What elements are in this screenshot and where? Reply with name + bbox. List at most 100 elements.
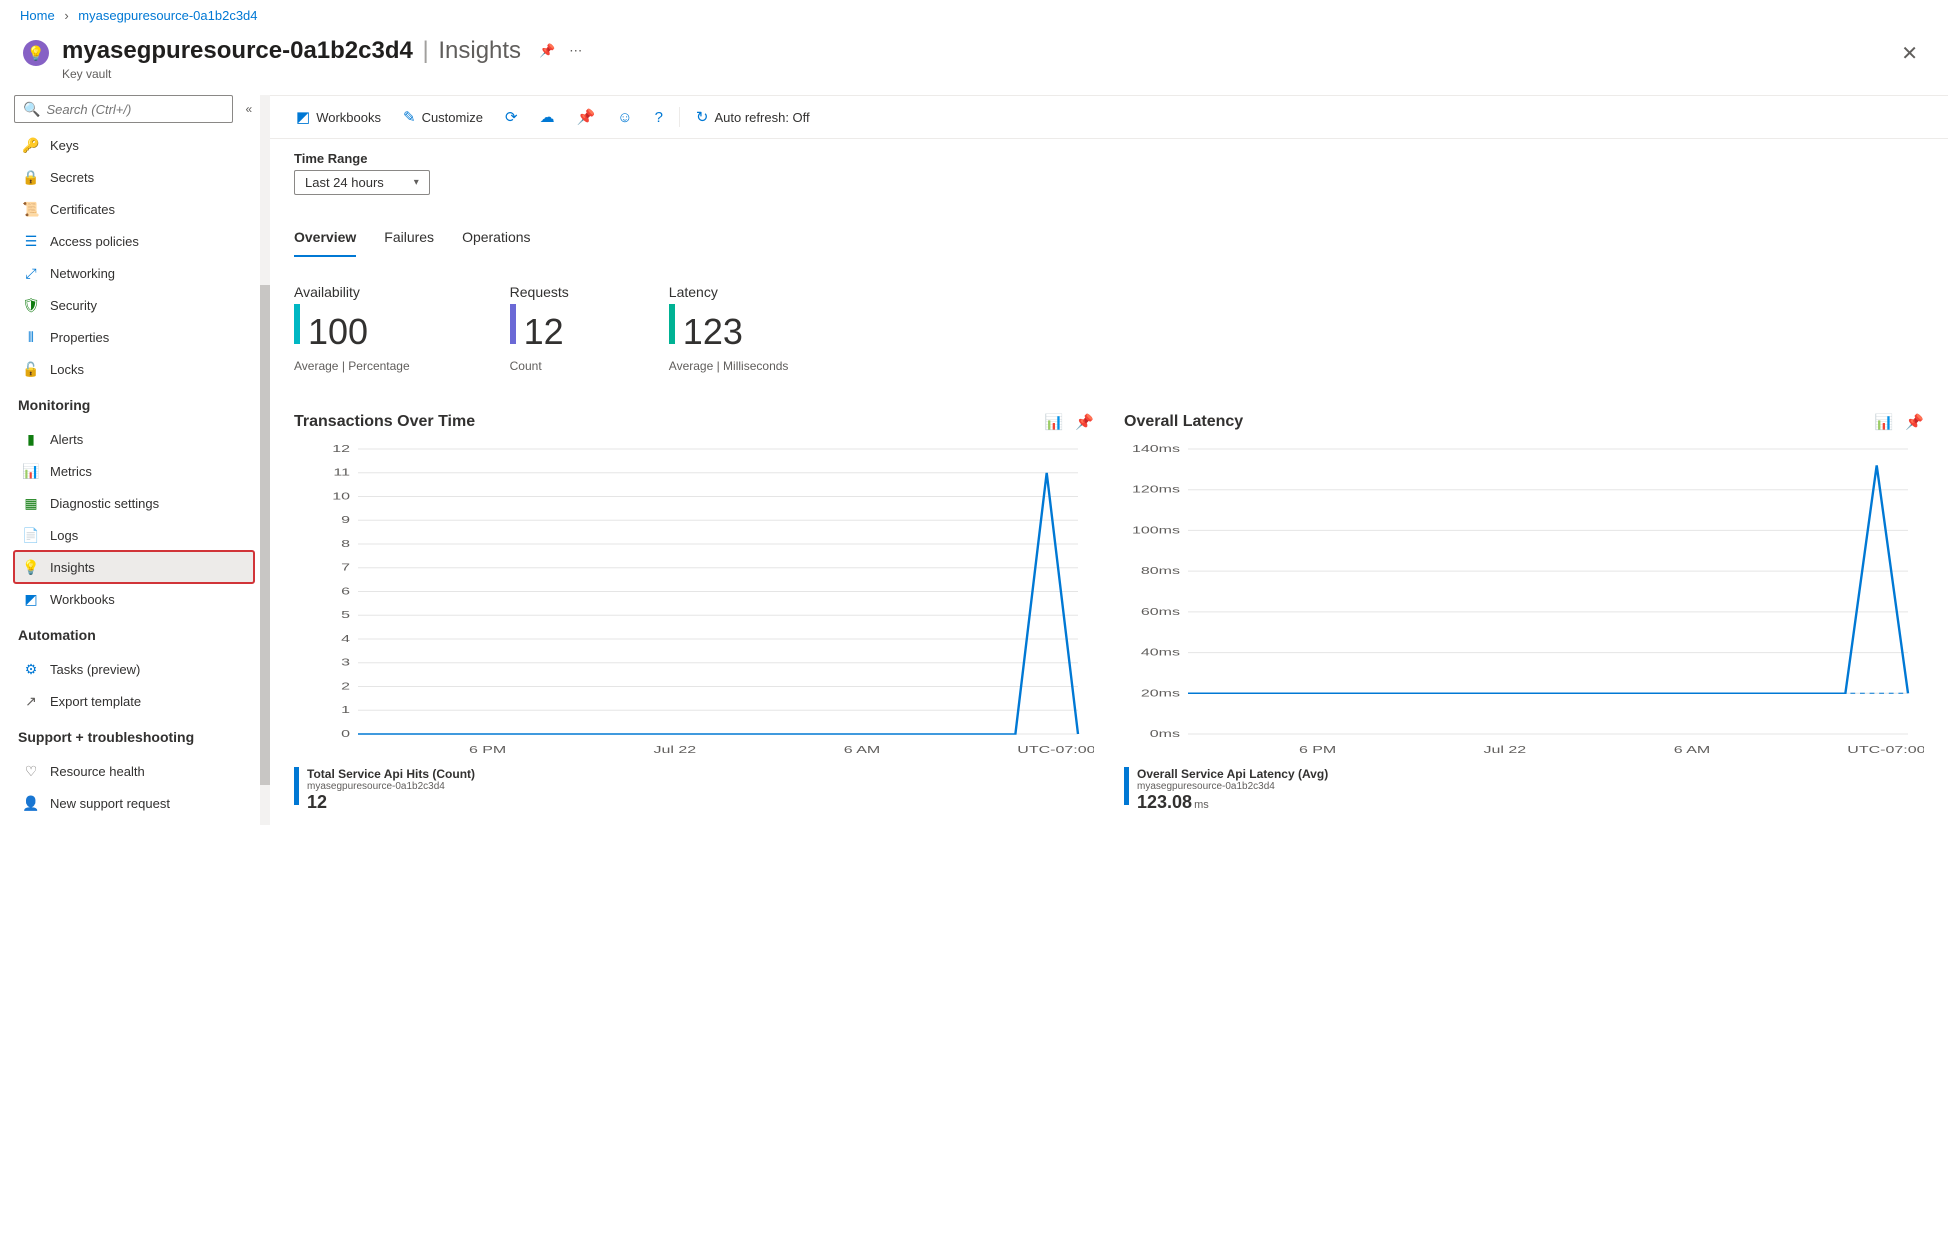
chart-title: Transactions Over Time	[294, 413, 475, 431]
tab-operations[interactable]: Operations	[462, 223, 530, 257]
customize-button[interactable]: ✎ Customize	[395, 104, 491, 130]
svg-text:5: 5	[341, 609, 350, 620]
breadcrumb: Home › myasegpuresource-0a1b2c3d4	[0, 0, 1948, 31]
sidebar-item-new-support-request[interactable]: 👤New support request	[14, 787, 254, 819]
nav-icon: 📜	[22, 200, 40, 218]
chevron-down-icon: ▾	[414, 177, 419, 188]
chart-title: Overall Latency	[1124, 413, 1243, 431]
svg-text:40ms: 40ms	[1141, 647, 1180, 658]
nav-icon: 🔓	[22, 360, 40, 378]
sidebar-item-alerts[interactable]: ▮Alerts	[14, 423, 254, 455]
metric-latency: Latency 123 Average | Milliseconds	[669, 284, 789, 373]
nav-section-support: Support + troubleshooting	[14, 717, 268, 751]
help-button[interactable]: ?	[647, 105, 671, 130]
sidebar-item-access-policies[interactable]: ☰ Access policies	[14, 225, 254, 257]
svg-text:Jul 22: Jul 22	[653, 744, 696, 755]
svg-text:80ms: 80ms	[1141, 565, 1180, 576]
breadcrumb-home[interactable]: Home	[20, 8, 55, 23]
breadcrumb-resource[interactable]: myasegpuresource-0a1b2c3d4	[78, 8, 257, 23]
pin-chart-icon[interactable]: 📌	[1075, 413, 1094, 431]
tabs: Overview Failures Operations	[294, 223, 1924, 258]
pencil-icon: ✎	[403, 108, 416, 126]
search-input[interactable]	[46, 102, 224, 117]
sidebar-scrollbar[interactable]	[260, 95, 270, 825]
sidebar-item-keys[interactable]: 🔑Keys	[14, 129, 254, 161]
nav-label: Tasks (preview)	[50, 662, 140, 677]
sidebar-item-metrics[interactable]: 📊Metrics	[14, 455, 254, 487]
sidebar-item-workbooks[interactable]: ◩ Workbooks	[14, 583, 254, 615]
auto-refresh-button[interactable]: ↻ Auto refresh: Off	[688, 104, 818, 130]
svg-text:9: 9	[341, 514, 350, 525]
nav-icon: ◩	[22, 590, 40, 608]
nav-icon: ⫴	[22, 328, 40, 346]
metric-requests: Requests 12 Count	[510, 284, 569, 373]
pin-icon[interactable]: 📌	[539, 43, 555, 59]
search-icon: 🔍	[23, 101, 40, 118]
nav-label: Access policies	[50, 234, 139, 249]
keyvault-icon: 💡	[20, 37, 52, 69]
nav-label: Properties	[50, 330, 109, 345]
tab-overview[interactable]: Overview	[294, 223, 356, 257]
sidebar-item-tasks-preview-[interactable]: ⚙ Tasks (preview)	[14, 653, 254, 685]
chart-latency: Overall Latency 📊 📌 0ms20ms40ms60ms80ms1…	[1124, 413, 1924, 813]
cloud-icon: ☁	[540, 108, 555, 126]
close-button[interactable]: ✕	[1891, 37, 1928, 70]
time-range-select[interactable]: Last 24 hours ▾	[294, 170, 430, 195]
nav-icon: ⚙	[22, 660, 40, 678]
sidebar-item-diagnostic-settings[interactable]: ▦Diagnostic settings	[14, 487, 254, 519]
sidebar-item-locks[interactable]: 🔓Locks	[14, 353, 254, 385]
collapse-sidebar-icon[interactable]: «	[241, 98, 256, 120]
pin-button[interactable]: 📌	[569, 104, 604, 130]
sidebar-item-resource-health[interactable]: ♡ Resource health	[14, 755, 254, 787]
tab-failures[interactable]: Failures	[384, 223, 434, 257]
pin-icon: 📌	[577, 108, 596, 126]
link-button[interactable]: ☁	[532, 104, 563, 130]
svg-text:1: 1	[341, 704, 350, 715]
sidebar-item-security[interactable]: 🛡Security	[14, 289, 254, 321]
more-icon[interactable]: ⋯	[569, 43, 582, 59]
svg-text:6: 6	[341, 586, 350, 597]
sidebar-item-certificates[interactable]: 📜 Certificates	[14, 193, 254, 225]
nav-label: Secrets	[50, 170, 94, 185]
expand-chart-icon[interactable]: 📊	[1875, 413, 1894, 431]
svg-text:20ms: 20ms	[1141, 687, 1180, 698]
clock-refresh-icon: ↻	[696, 108, 709, 126]
nav-icon: ↗	[22, 692, 40, 710]
nav-label: Logs	[50, 528, 78, 543]
nav-icon: ⤢	[22, 264, 40, 282]
workbooks-button[interactable]: ◩ Workbooks	[288, 104, 389, 130]
sidebar-item-networking[interactable]: ⤢Networking	[14, 257, 254, 289]
nav-icon: ▮	[22, 430, 40, 448]
feedback-button[interactable]: ☺	[609, 105, 640, 130]
nav-label: Export template	[50, 694, 141, 709]
svg-text:0: 0	[341, 728, 350, 739]
pin-chart-icon[interactable]: 📌	[1905, 413, 1924, 431]
nav-label: Certificates	[50, 202, 115, 217]
nav-icon: ▦	[22, 494, 40, 512]
refresh-button[interactable]: ⟳	[497, 104, 526, 130]
svg-text:11: 11	[333, 467, 350, 478]
svg-text:UTC-07:00: UTC-07:00	[1017, 744, 1094, 755]
metric-availability: Availability 100 Average | Percentage	[294, 284, 410, 373]
nav-label: Workbooks	[50, 592, 115, 607]
svg-text:UTC-07:00: UTC-07:00	[1847, 744, 1924, 755]
sidebar-search[interactable]: 🔍	[14, 95, 233, 123]
svg-text:0ms: 0ms	[1150, 728, 1181, 739]
svg-text:140ms: 140ms	[1132, 443, 1180, 454]
nav-icon: ♡	[22, 762, 40, 780]
sidebar-item-properties[interactable]: ⫴ Properties	[14, 321, 254, 353]
svg-text:6 AM: 6 AM	[844, 744, 880, 755]
nav-label: Resource health	[50, 764, 145, 779]
sidebar-item-insights[interactable]: 💡Insights	[14, 551, 254, 583]
nav-section-automation: Automation	[14, 615, 268, 649]
nav-section-monitoring: Monitoring	[14, 385, 268, 419]
nav-icon: ☰	[22, 232, 40, 250]
sidebar-item-export-template[interactable]: ↗ Export template	[14, 685, 254, 717]
svg-text:Jul 22: Jul 22	[1483, 744, 1526, 755]
svg-text:2: 2	[341, 681, 350, 692]
sidebar-item-logs[interactable]: 📄Logs	[14, 519, 254, 551]
workbooks-icon: ◩	[296, 108, 310, 126]
main-content: ◩ Workbooks ✎ Customize ⟳ ☁ 📌 ☺ ? ↻ Auto…	[270, 95, 1948, 825]
expand-chart-icon[interactable]: 📊	[1045, 413, 1064, 431]
sidebar-item-secrets[interactable]: 🔒Secrets	[14, 161, 254, 193]
